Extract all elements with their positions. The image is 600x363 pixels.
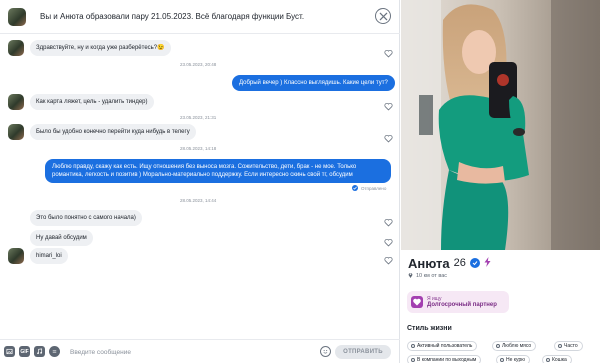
profile-photo[interactable] [401,0,600,250]
message-bubble-outgoing[interactable]: Добрый вечер ) Классно выглядишь. Какие … [232,75,395,91]
chip-icon [411,358,415,362]
relationship-goal-badge: Я ищу Долгосрочный партнер [407,291,509,313]
chip-label: Активный пользователь [417,343,473,349]
message-bubble-incoming[interactable]: Как карта ляжет, цель - удалить тиндер) [30,94,154,110]
profile-age: 26 [453,257,466,269]
gif-icon[interactable]: GIF [19,346,30,357]
boost-bolt-icon [484,254,491,272]
message-row: Люблю правду, скажу как есть. Ищу отноше… [45,159,391,183]
message-bubble-incoming[interactable]: Ну давай обсудим [30,230,93,246]
message-row: Было бы удобно конечно перейти куда нибу… [8,124,196,140]
close-icon[interactable] [375,8,391,24]
emoji-icon[interactable] [320,346,331,357]
verified-badge-icon [469,258,480,268]
sticker-icon[interactable] [49,346,60,357]
lifestyle-title: Стиль жизни [407,325,452,332]
avatar[interactable] [8,40,24,56]
message-row: Ну давай обсудим [8,230,93,246]
chip-label: В компании по выходным [417,357,477,363]
like-heart-icon[interactable] [384,45,393,58]
message-bubble-incoming[interactable]: Было бы удобно конечно перейти куда нибу… [30,124,196,140]
message-row: Как карта ляжет, цель - удалить тиндер) [8,94,154,110]
profile-distance: 10 км от вас [408,272,447,280]
send-button[interactable]: ОТПРАВИТЬ [335,345,391,359]
match-avatar[interactable] [8,7,26,26]
goal-value: Долгосрочный партнер [427,301,497,308]
chip-label: Часто [564,343,578,349]
message-composer: GIF ОТПРАВИТЬ [0,339,400,363]
sent-check-icon [352,185,358,191]
lifestyle-chip: Люблю мясо [492,341,537,351]
message-bubble-incoming[interactable]: himari_loi [30,248,68,264]
chip-icon [500,358,504,362]
lifestyle-chip: В компании по выходным [407,355,482,363]
attach-image-icon[interactable] [4,346,15,357]
heart-arrow-icon [411,296,423,308]
like-heart-icon[interactable] [384,130,393,143]
chip-label: Не курю [506,357,525,363]
message-row: Здравствуйте, ну и когда уже разберётесь… [8,40,171,56]
profile-name: Анюта [408,255,450,271]
like-heart-icon[interactable] [384,252,393,265]
avatar[interactable] [8,94,24,110]
message-list: Здравствуйте, ну и когда уже разберётесь… [0,34,400,339]
lifestyle-chip: Часто [554,341,583,351]
message-row: himari_loi [8,248,68,264]
music-icon[interactable] [34,346,45,357]
message-bubble-outgoing[interactable]: Люблю правду, скажу как есть. Ищу отноше… [45,159,391,183]
avatar[interactable] [8,248,24,264]
message-input[interactable] [70,345,310,359]
location-pin-icon [408,272,413,280]
like-heart-icon[interactable] [384,98,393,111]
lifestyle-chip: Не курю [496,355,530,363]
chip-icon [546,358,550,362]
message-bubble-incoming[interactable]: Здравствуйте, ну и когда уже разберётесь… [30,40,171,56]
chat-panel: Вы и Анюта образовали пару 21.05.2023. В… [0,0,400,363]
delivery-status-label: Отправлено [361,185,387,191]
message-row: Добрый вечер ) Классно выглядишь. Какие … [232,75,395,91]
chat-header: Вы и Анюта образовали пару 21.05.2023. В… [0,0,400,34]
like-heart-icon[interactable] [384,214,393,227]
timestamp: 23.05.2023, 21:31 [180,115,217,120]
chip-icon [496,344,500,348]
chip-label: Кошка [552,357,567,363]
chip-label: Люблю мясо [502,343,532,349]
app: Вы и Анюта образовали пару 21.05.2023. В… [0,0,600,363]
chip-icon [558,344,562,348]
delivery-status: Отправлено [352,185,386,191]
distance-label: 10 км от вас [416,273,448,279]
message-row: Это было понятно с самого начала) [8,210,142,226]
timestamp: 23.05.2023, 20:48 [180,62,217,67]
chip-icon [411,344,415,348]
lifestyle-chip: Активный пользователь [407,341,478,351]
timestamp: 28.05.2023, 14:44 [180,198,217,203]
match-info-title: Вы и Анюта образовали пару 21.05.2023. В… [40,12,305,21]
profile-name-row: Анюта 26 [408,254,491,272]
lifestyle-chip: Кошка [542,355,572,363]
message-bubble-incoming[interactable]: Это было понятно с самого начала) [30,210,142,226]
like-heart-icon[interactable] [384,234,393,247]
timestamp: 28.05.2023, 14:18 [180,146,217,151]
avatar[interactable] [8,124,24,140]
